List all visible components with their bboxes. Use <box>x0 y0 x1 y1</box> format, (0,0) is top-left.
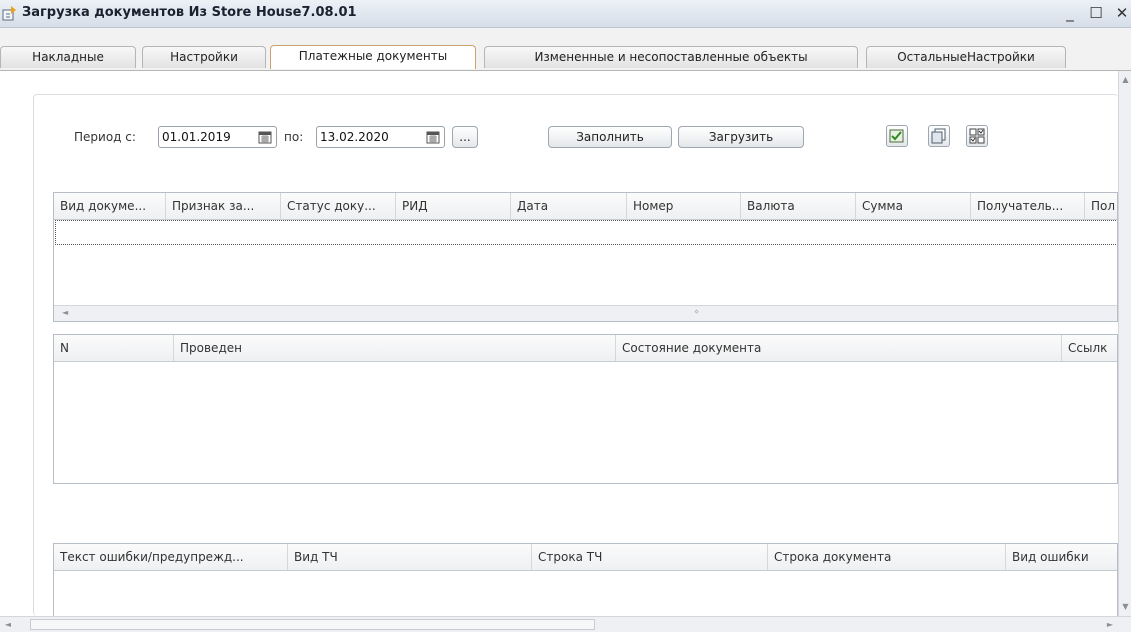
results-table-header: N Проведен Состояние документа Ссылк <box>54 335 1117 362</box>
close-button[interactable]: ✕ <box>1113 2 1131 24</box>
tab-bar: Накладные Настройки Платежные документы … <box>0 28 1131 72</box>
column-header[interactable]: Проведен <box>174 335 616 361</box>
scroll-up-icon[interactable]: ▲ <box>1121 75 1130 85</box>
column-header[interactable]: Ссылк <box>1062 335 1117 361</box>
vertical-scrollbar[interactable]: ▲ ▼ <box>1118 71 1131 616</box>
documents-table-scrollbar[interactable]: ◄ ⋄ <box>54 305 1117 321</box>
period-from-value: 01.01.2019 <box>162 130 231 144</box>
column-header[interactable]: Вид ошибки <box>1006 544 1117 570</box>
column-header[interactable]: Вид ТЧ <box>288 544 532 570</box>
minimize-button[interactable]: _ <box>1061 2 1079 24</box>
calendar-icon[interactable] <box>258 130 272 144</box>
scroll-left-icon[interactable]: ◄ <box>3 619 13 630</box>
window-title: Загрузка документов Из Store House7.08.0… <box>22 5 357 20</box>
column-header[interactable]: Пол <box>1085 193 1117 219</box>
app-icon <box>2 6 16 21</box>
copy-icon <box>931 128 946 144</box>
column-header[interactable]: Строка ТЧ <box>532 544 768 570</box>
documents-table-header: Вид докуме... Признак за... Статус доку.… <box>54 193 1117 220</box>
period-to-field[interactable]: 13.02.2020 <box>316 126 445 148</box>
column-header[interactable]: Состояние документа <box>616 335 1062 361</box>
check-all-icon <box>889 129 904 143</box>
period-from-field[interactable]: 01.01.2019 <box>158 126 277 148</box>
errors-table[interactable]: Текст ошибки/предупрежд... Вид ТЧ Строка… <box>53 543 1118 617</box>
scroll-left-icon[interactable]: ◄ <box>62 308 68 317</box>
horizontal-scrollbar[interactable]: ◄ ► <box>0 616 1131 632</box>
column-header[interactable]: Вид докуме... <box>54 193 166 219</box>
period-to-label: по: <box>284 130 304 144</box>
check-all-button[interactable] <box>886 125 908 147</box>
scroll-grip-icon: ⋄ <box>694 307 700 316</box>
tab-nastroyki[interactable]: Настройки <box>142 46 266 68</box>
selected-row[interactable] <box>55 220 1117 245</box>
title-bar: Загрузка документов Из Store House7.08.0… <box>0 0 1131 28</box>
fill-button[interactable]: Заполнить <box>548 126 672 148</box>
tab-changed-objects[interactable]: Измененные и несопоставленные объекты <box>484 46 858 68</box>
calendar-icon[interactable] <box>426 130 440 144</box>
tab-payment-documents[interactable]: Платежные документы <box>270 45 476 69</box>
scroll-right-icon[interactable]: ► <box>1105 619 1115 630</box>
column-header[interactable]: Признак за... <box>166 193 281 219</box>
results-table[interactable]: N Проведен Состояние документа Ссылк <box>53 334 1118 484</box>
period-from-label: Период с: <box>74 130 136 144</box>
period-select-button[interactable]: ... <box>452 126 478 148</box>
column-header[interactable]: РИД <box>396 193 511 219</box>
documents-table[interactable]: Вид докуме... Признак за... Статус доку.… <box>53 192 1118 322</box>
column-header[interactable]: Валюта <box>741 193 856 219</box>
column-header[interactable]: Текст ошибки/предупрежд... <box>54 544 288 570</box>
column-header[interactable]: Получатель... <box>971 193 1085 219</box>
column-header[interactable]: N <box>54 335 174 361</box>
errors-table-header: Текст ошибки/предупрежд... Вид ТЧ Строка… <box>54 544 1117 571</box>
column-header[interactable]: Дата <box>511 193 627 219</box>
load-button[interactable]: Загрузить <box>678 126 804 148</box>
tab-other-settings[interactable]: ОстальныеНастройки <box>866 46 1066 68</box>
column-header[interactable]: Статус доку... <box>281 193 396 219</box>
column-header[interactable]: Номер <box>627 193 741 219</box>
scroll-down-icon[interactable]: ▼ <box>1121 602 1130 612</box>
toggle-checkboxes-icon <box>969 128 985 144</box>
period-to-value: 13.02.2020 <box>320 130 389 144</box>
column-header[interactable]: Строка документа <box>768 544 1006 570</box>
maximize-button[interactable]: ☐ <box>1087 2 1105 24</box>
scroll-thumb[interactable] <box>30 619 595 630</box>
column-header[interactable]: Сумма <box>856 193 971 219</box>
tab-nakladnye[interactable]: Накладные <box>0 46 136 68</box>
copy-button[interactable] <box>928 125 950 147</box>
toggle-checkboxes-button[interactable] <box>966 125 988 147</box>
